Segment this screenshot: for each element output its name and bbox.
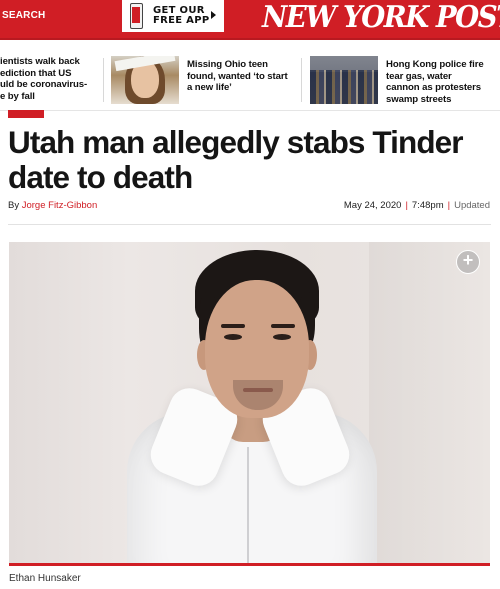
byline-prefix: By (8, 200, 22, 211)
related-story-3-line: cannon as protesters (386, 82, 482, 94)
phone-icon (130, 3, 143, 29)
get-app-button[interactable]: GET OUR FREE APP (122, 0, 224, 32)
image-caption: Ethan Hunsaker (9, 573, 81, 584)
related-story-3-line: Hong Kong police fire (386, 59, 484, 70)
article-meta: May 24, 2020 | 7:48pm | Updated (344, 200, 490, 211)
app-cta-text: GET OUR FREE APP (153, 5, 210, 27)
related-story-1[interactable]: ientists walk back ediction that US uld … (0, 56, 100, 106)
header-underbar (0, 38, 500, 40)
section-divider (0, 110, 500, 111)
related-story-2-thumbnail (111, 56, 179, 104)
related-story-3[interactable]: Hong Kong police fire tear gas, water ca… (310, 56, 500, 106)
related-story-1-line: ientists walk back (0, 56, 80, 67)
app-cta-line2: FREE APP (153, 15, 210, 26)
publish-date: May 24, 2020 (343, 200, 402, 211)
category-tag[interactable] (8, 110, 44, 118)
related-story-1-title: ientists walk back ediction that US uld … (0, 56, 100, 102)
article-title: Utah man allegedly stabs Tinder date to … (8, 124, 464, 195)
search-label: SEARCH (2, 10, 46, 21)
author-link[interactable]: Jorge Fitz-Gibbon (22, 200, 98, 211)
article-main-image[interactable]: + (9, 242, 490, 564)
search-button[interactable]: SEARCH (0, 0, 45, 31)
related-divider (103, 58, 104, 102)
related-story-1-line: ediction that US (0, 67, 72, 79)
related-story-3-thumbnail (310, 56, 378, 104)
related-story-2-line: found, wanted ‘to start (187, 70, 288, 82)
related-story-2-line: Missing Ohio teen (187, 59, 268, 70)
plus-circle-icon[interactable]: + (456, 250, 480, 274)
related-divider (301, 58, 302, 102)
site-logo[interactable]: NEW YORK POST (262, 0, 500, 36)
publish-time: 7:48pm (411, 200, 444, 211)
related-story-2[interactable]: Missing Ohio teen found, wanted ‘to star… (111, 56, 301, 106)
meta-separator: | (447, 200, 451, 211)
updated-label: Updated (454, 200, 490, 211)
play-arrow-icon (211, 11, 216, 19)
related-story-2-line: a new life’ (187, 82, 232, 94)
related-story-3-title: Hong Kong police fire tear gas, water ca… (386, 59, 498, 105)
related-story-2-title: Missing Ohio teen found, wanted ‘to star… (187, 59, 299, 94)
related-story-3-line: swamp streets (386, 93, 452, 105)
related-story-1-line: uld be coronavirus- (0, 79, 88, 91)
related-story-1-line: e by fall (0, 90, 35, 102)
related-stories: ientists walk back ediction that US uld … (0, 56, 500, 106)
byline: By Jorge Fitz-Gibbon (8, 200, 97, 211)
byline-divider (8, 224, 491, 225)
meta-separator: | (405, 200, 408, 211)
image-caption-bar (9, 563, 490, 566)
site-header: SEARCH GET OUR FREE APP NEW YORK POST (0, 0, 500, 38)
related-story-3-line: tear gas, water (386, 70, 452, 82)
